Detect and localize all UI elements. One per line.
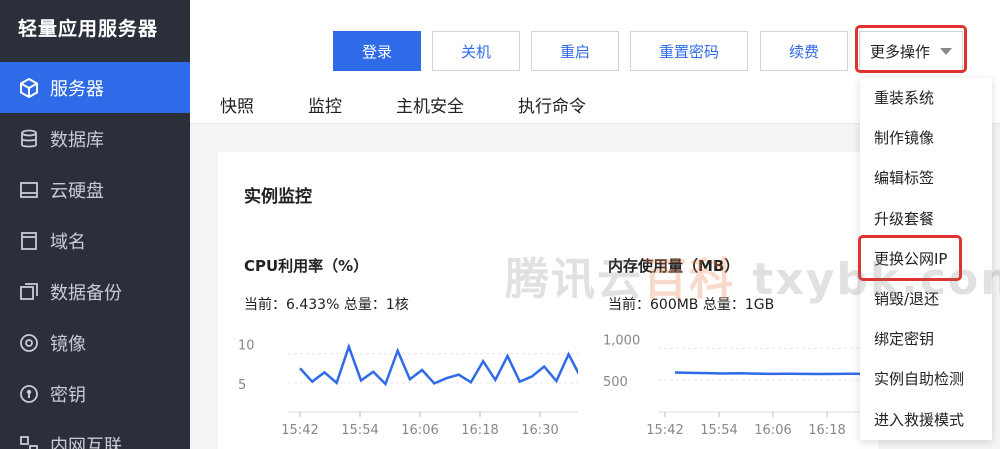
sidebar-item-label: 密钥 <box>50 384 86 406</box>
tab-snapshot[interactable]: 快照 <box>220 92 254 117</box>
tab-run-command[interactable]: 执行命令 <box>518 92 586 117</box>
database-icon <box>18 128 40 150</box>
watermark: 腾讯云百科 txybk.com <box>505 243 1000 307</box>
x-tick-label: 15:54 <box>700 423 737 438</box>
sidebar-item-database[interactable]: 数据库 <box>0 113 190 164</box>
tab-bar: 快照 监控 主机安全 执行命令 <box>220 92 640 117</box>
renew-button[interactable]: 续费 <box>760 31 848 71</box>
tab-monitor[interactable]: 监控 <box>308 92 342 117</box>
x-tick-label: 16:06 <box>754 423 791 438</box>
shutdown-button[interactable]: 关机 <box>432 31 520 71</box>
reset-password-button[interactable]: 重置密码 <box>630 31 748 71</box>
y-tick-label: 10 <box>238 339 255 354</box>
menu-item-bind-key[interactable]: 绑定密钥 <box>860 319 992 359</box>
sidebar-item-image[interactable]: 镜像 <box>0 317 190 368</box>
x-tick-label: 16:18 <box>461 423 498 438</box>
menu-item-reinstall[interactable]: 重装系统 <box>860 78 992 118</box>
sidebar-item-label: 服务器 <box>50 78 104 100</box>
memory-chart: 1,00050015:4215:5416:0616:1816:30 <box>603 333 883 438</box>
network-icon <box>18 434 40 449</box>
cpu-title: CPU利用率（%） <box>244 257 369 275</box>
sidebar-item-label: 域名 <box>50 231 86 253</box>
cpu-current: 当前：6.433% 总量：1核 <box>244 297 409 313</box>
watermark-text: 腾讯云 <box>505 254 643 305</box>
monitor-title: 实例监控 <box>244 187 312 207</box>
sidebar-item-backup[interactable]: 数据备份 <box>0 266 190 317</box>
disk-icon <box>18 179 40 201</box>
menu-item-edit-tags[interactable]: 编辑标签 <box>860 158 992 198</box>
watermark-text: 百科 <box>643 254 735 305</box>
sidebar-item-label: 数据库 <box>50 129 104 151</box>
cube-icon <box>18 77 40 99</box>
cpu-chart: 10 5 15:42 15:54 16:06 16:18 16:30 <box>238 339 578 438</box>
menu-item-self-check[interactable]: 实例自助检测 <box>860 359 992 399</box>
sidebar-item-label: 云硬盘 <box>50 180 104 202</box>
series-line <box>674 371 883 376</box>
series-line <box>299 342 578 387</box>
login-button[interactable]: 登录 <box>333 31 421 71</box>
brand-title: 轻量应用服务器 <box>18 18 159 40</box>
image-disc-icon <box>18 332 40 354</box>
watermark-text: txybk.com <box>735 254 1000 305</box>
sidebar-item-network[interactable]: 内网互联 <box>0 419 190 449</box>
y-tick-label: 500 <box>603 375 628 390</box>
sidebar-item-label: 数据备份 <box>50 282 122 304</box>
x-tick-label: 16:30 <box>521 423 558 438</box>
sidebar-item-key[interactable]: 密钥 <box>0 368 190 419</box>
sidebar-item-label: 镜像 <box>50 333 86 355</box>
domain-icon <box>18 230 40 252</box>
menu-item-create-image[interactable]: 制作镜像 <box>860 118 992 158</box>
x-tick-label: 15:42 <box>646 423 683 438</box>
tab-host-security[interactable]: 主机安全 <box>396 92 464 117</box>
sidebar-item-cloud-disk[interactable]: 云硬盘 <box>0 164 190 215</box>
backup-icon <box>18 281 40 303</box>
y-tick-label: 5 <box>238 378 246 393</box>
restart-button[interactable]: 重启 <box>531 31 619 71</box>
sidebar-item-domain[interactable]: 域名 <box>0 215 190 266</box>
sidebar: 轻量应用服务器 服务器 数据库 云硬盘 域名 数据备份 镜像 密钥 内网互联 <box>0 0 190 449</box>
key-icon <box>18 383 40 405</box>
sidebar-item-label: 内网互联 <box>50 435 122 449</box>
x-tick-label: 16:18 <box>808 423 845 438</box>
sidebar-item-server[interactable]: 服务器 <box>0 62 190 113</box>
x-tick-label: 16:06 <box>401 423 438 438</box>
menu-item-upgrade[interactable]: 升级套餐 <box>860 199 992 239</box>
y-tick-label: 1,000 <box>603 333 640 348</box>
x-tick-label: 15:54 <box>341 423 378 438</box>
x-tick-label: 15:42 <box>281 423 318 438</box>
highlight-box <box>855 25 967 73</box>
menu-item-rescue-mode[interactable]: 进入救援模式 <box>860 400 992 440</box>
